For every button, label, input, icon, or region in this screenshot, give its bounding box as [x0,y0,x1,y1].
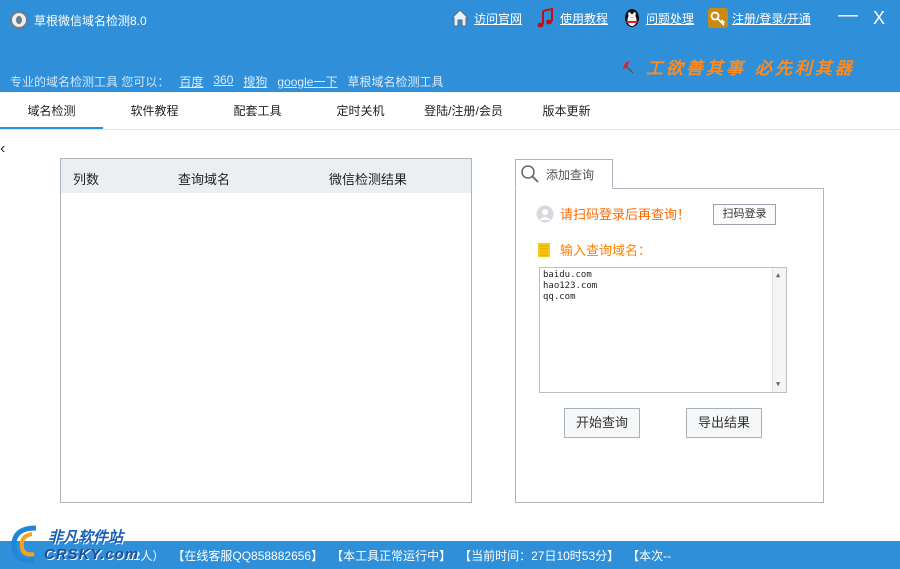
title-bar: 草根微信域名检测8.0 访问官网 使用教程 问题处理 注册/登录/开通 — X … [0,0,900,92]
domain-line: qq.com [543,292,576,302]
watermark-cn: 非凡软件站 [48,529,124,546]
start-query-button[interactable]: 开始查询 [564,408,640,438]
google-link[interactable]: google一下 [277,73,337,90]
key-icon [708,8,729,28]
add-query-label: 添加查询 [546,167,595,182]
product-name: 草根域名检测工具 [347,75,444,89]
baidu-link[interactable]: 百度 [179,73,203,90]
register-login-label: 注册/登录/开通 [732,11,811,26]
pin-icon [623,60,634,74]
search-icon [521,165,539,183]
close-button[interactable]: X [873,8,885,29]
visit-website-label: 访问官网 [474,11,523,26]
scroll-down-icon[interactable]: ▼ [776,379,780,390]
this-session: 【本次-- [627,548,672,563]
sogou-link[interactable]: 搜狗 [243,73,267,90]
chevron-left-icon[interactable]: ‹ [0,140,5,158]
column-result: 微信检测结果 [329,172,408,187]
scan-login-button[interactable]: 扫码登录 [713,204,776,225]
column-index: 列数 [73,172,100,187]
watermark-en: CRSKY.com [44,546,140,563]
add-query-tab[interactable]: 添加查询 [515,159,613,189]
tab-tools[interactable]: 配套工具 [206,92,309,129]
login-message: 请扫码登录后再查询！ [560,207,691,222]
top-links: 访问官网 使用教程 问题处理 注册/登录/开通 [450,4,825,32]
home-icon [450,9,470,27]
search-links-bar: 专业的域名检测工具 您可以： 百度 360 搜狗 google一下 草根域名检测… [10,73,443,90]
running-status: 【本工具正常运行中】 [331,548,452,563]
tutorial-label: 使用教程 [560,11,609,26]
music-note-icon [537,8,554,28]
domain-input[interactable]: baidu.com hao123.com qq.com ▲ ▼ [539,267,787,393]
subbar-intro: 专业的域名检测工具 您可以： [10,75,170,89]
360-link[interactable]: 360 [213,73,233,90]
slogan-text: 工欲善其事 必先利其器 [646,59,855,79]
results-table: 列数 查询域名 微信检测结果 [60,158,472,503]
register-login-link[interactable]: 注册/登录/开通 [708,8,811,28]
tutorial-link[interactable]: 使用教程 [536,8,608,28]
tab-tutorial[interactable]: 软件教程 [103,92,206,129]
results-header: 列数 查询域名 微信检测结果 [61,159,471,193]
troubleshoot-link[interactable]: 问题处理 [622,8,694,28]
minimize-button[interactable]: — [838,4,858,27]
tab-shutdown[interactable]: 定时关机 [309,92,412,129]
notepad-icon [538,242,550,257]
tab-domain-check[interactable]: 域名检测 [0,92,103,129]
main-tabs: 域名检测 软件教程 配套工具 定时关机 登陆/注册/会员 版本更新 [0,92,900,130]
export-results-button[interactable]: 导出结果 [686,408,762,438]
domain-line: baidu.com [543,270,592,280]
column-domain: 查询域名 [178,172,231,187]
scroll-up-icon[interactable]: ▲ [776,270,780,281]
login-prompt: 请扫码登录后再查询！ [536,204,690,223]
tab-account[interactable]: 登陆/注册/会员 [412,92,515,129]
service-qq: 【在线客服QQ858882656】 [172,548,324,563]
app-title: 草根微信域名检测8.0 [34,14,147,28]
domain-line: hao123.com [543,281,598,291]
visit-website-link[interactable]: 访问官网 [450,8,522,28]
user-avatar-icon [536,205,554,222]
app-logo-icon [10,11,28,29]
domain-scrollbar[interactable]: ▲ ▼ [772,268,786,392]
current-time: 【当前时间：27日10时53分】 [459,548,620,563]
troubleshoot-label: 问题处理 [646,11,695,26]
watermark-logo: 非凡软件站 CRSKY.com [6,522,146,566]
swirl-logo-icon [11,525,37,563]
slogan: 工欲善其事 必先利其器 [620,54,855,79]
tab-updates[interactable]: 版本更新 [515,92,618,129]
enter-domain-label: 输入查询域名： [560,243,652,258]
enter-domain-row: 输入查询域名： [538,240,651,259]
qq-penguin-icon [625,9,640,27]
